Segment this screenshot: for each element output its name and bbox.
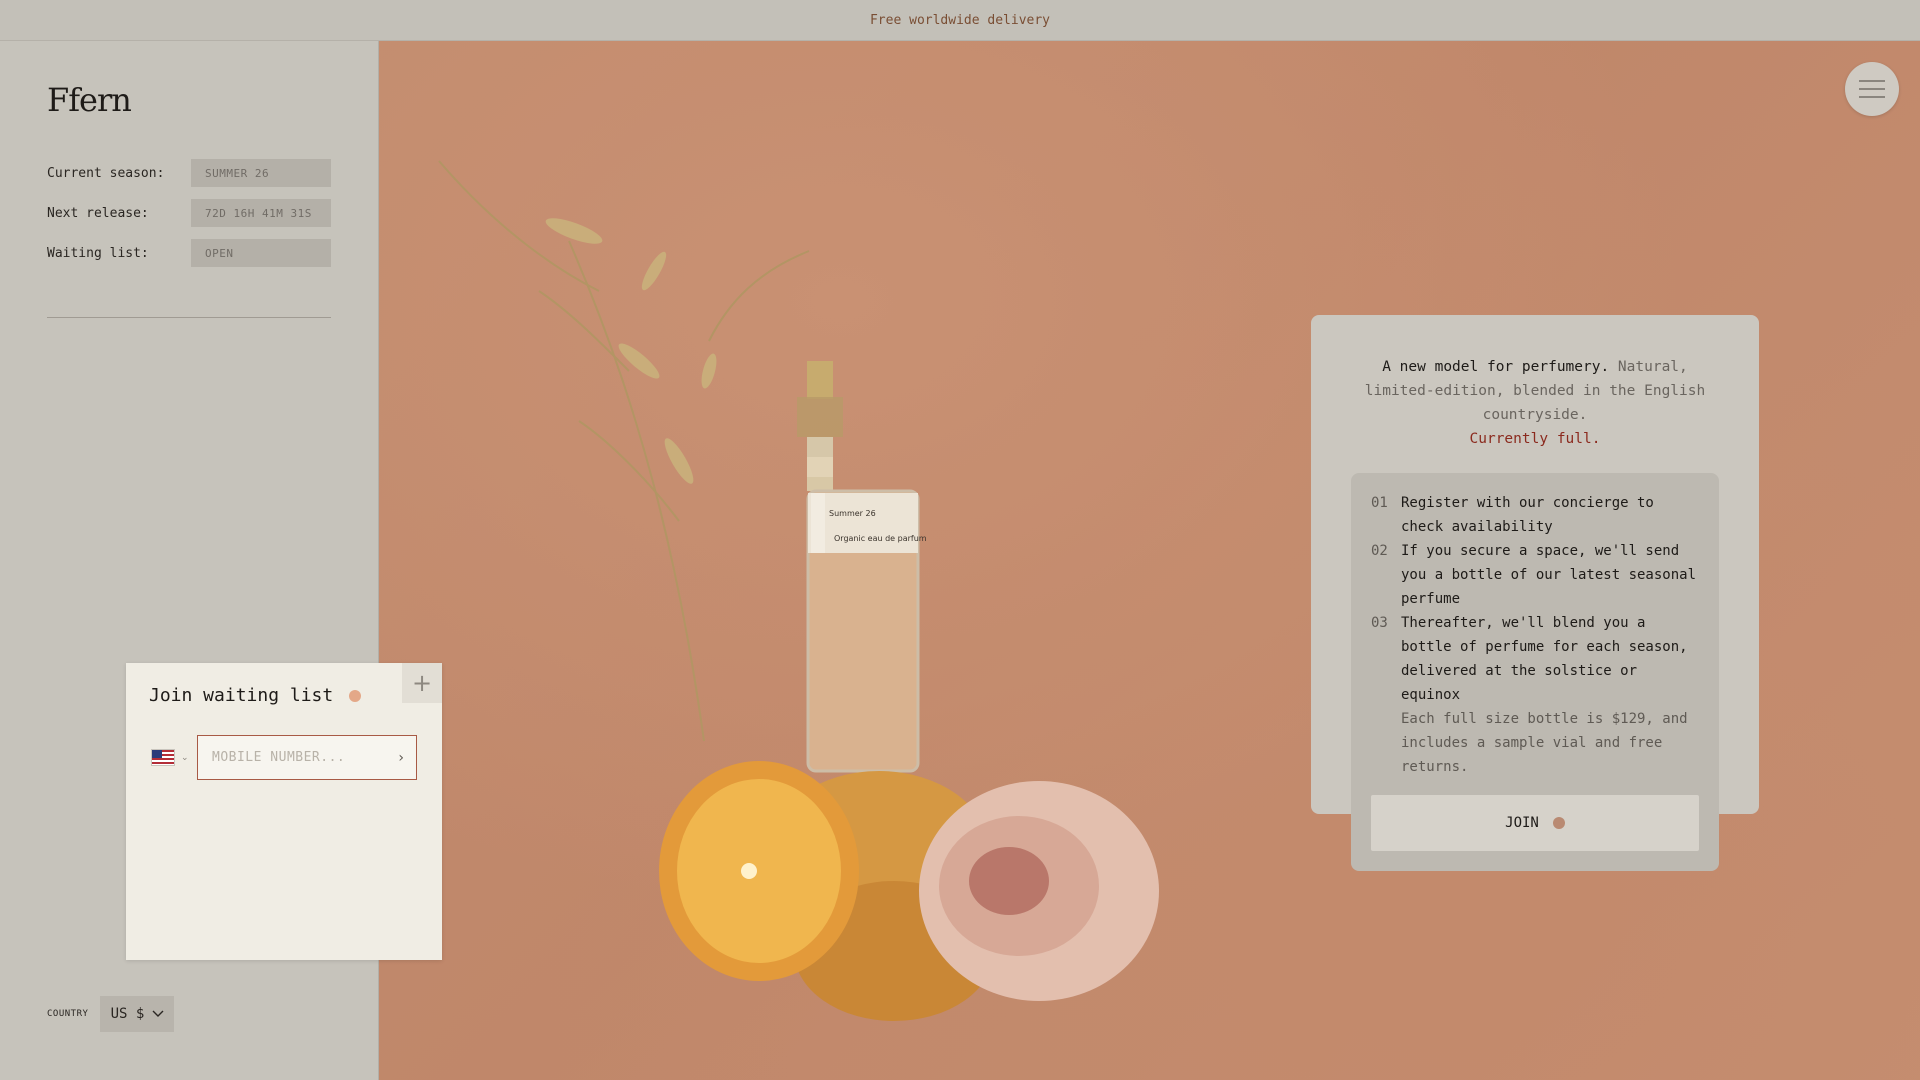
pricing-footnote: Each full size bottle is $129, and inclu… xyxy=(1401,711,1688,775)
list-item: 01 Register with our concierge to check … xyxy=(1371,491,1699,539)
chevron-down-icon xyxy=(152,1010,164,1017)
oat-grains xyxy=(545,218,717,484)
status-dot-icon xyxy=(349,689,362,702)
step-number: 02 xyxy=(1371,543,1388,559)
waiting-list-label: Waiting list: xyxy=(47,245,149,261)
mobile-number-field: › xyxy=(197,735,417,780)
mobile-number-input[interactable] xyxy=(210,749,394,766)
currency-select[interactable]: US $ xyxy=(100,996,175,1032)
hamburger-icon xyxy=(1859,80,1885,82)
list-item: 02 If you secure a space, we'll send you… xyxy=(1371,539,1699,611)
step-number: 03 xyxy=(1371,615,1388,631)
waiting-list-row: Waiting list: OPEN xyxy=(47,239,331,267)
intro-lead: A new model for perfumery. xyxy=(1382,359,1610,375)
country-code-select[interactable]: ⌄ xyxy=(151,749,189,766)
current-season-row: Current season: SUMMER 26 xyxy=(47,159,331,187)
country-selector: COUNTRY US $ xyxy=(47,996,175,1032)
currency-value: US $ xyxy=(110,1006,145,1022)
svg-text:Summer 26: Summer 26 xyxy=(829,509,876,518)
hamburger-icon-line xyxy=(1859,96,1885,98)
plus-icon: + xyxy=(411,669,433,697)
step-text: Register with our concierge to check ava… xyxy=(1401,495,1654,535)
next-release-row: Next release: 72D 16H 41M 31S xyxy=(47,199,331,227)
waiting-list-title: Join waiting list xyxy=(149,685,362,706)
sidebar-divider xyxy=(47,317,331,318)
current-season-value: SUMMER 26 xyxy=(191,159,331,187)
chevron-down-icon: ⌄ xyxy=(181,752,189,763)
intro-text: A new model for perfumery. Natural, limi… xyxy=(1351,355,1719,451)
us-flag-icon xyxy=(151,749,175,766)
steps-list: 01 Register with our concierge to check … xyxy=(1351,473,1719,871)
next-release-countdown: 72D 16H 41M 31S xyxy=(191,199,331,227)
submit-arrow-icon[interactable]: › xyxy=(398,750,404,766)
country-label: COUNTRY xyxy=(47,1009,89,1019)
list-item: 03 Thereafter, we'll blend you a bottle … xyxy=(1371,611,1699,707)
announcement-text: Free worldwide delivery xyxy=(869,12,1050,28)
current-season-label: Current season: xyxy=(47,165,165,181)
menu-button[interactable] xyxy=(1845,62,1899,116)
waiting-list-heading: Join waiting list xyxy=(149,685,334,706)
perfume-bottle: Summer 26 Organic eau de parfum xyxy=(797,361,927,773)
svg-text:Organic eau de parfum: Organic eau de parfum xyxy=(834,534,927,543)
hamburger-icon-line xyxy=(1859,88,1885,90)
next-release-label: Next release: xyxy=(47,205,149,221)
availability-status: Currently full. xyxy=(1469,431,1601,447)
join-label: JOIN xyxy=(1505,815,1539,831)
step-text: If you secure a space, we'll send you a … xyxy=(1401,543,1697,607)
join-button[interactable]: JOIN xyxy=(1371,795,1699,851)
oat-stem-illustration xyxy=(438,160,810,742)
waiting-list-status: OPEN xyxy=(191,239,331,267)
concept-card: A new model for perfumery. Natural, limi… xyxy=(1311,315,1759,871)
waiting-list-panel: Join waiting list + ⌄ › xyxy=(126,663,442,960)
rose-flower xyxy=(919,781,1159,1001)
brand-logo[interactable]: Ffern xyxy=(47,81,132,119)
expand-button[interactable]: + xyxy=(402,663,442,703)
status-dot-icon xyxy=(1552,817,1565,829)
announcement-bar: Free worldwide delivery xyxy=(0,0,1920,41)
step-number: 01 xyxy=(1371,495,1388,511)
step-text: Thereafter, we'll blend you a bottle of … xyxy=(1401,615,1688,703)
